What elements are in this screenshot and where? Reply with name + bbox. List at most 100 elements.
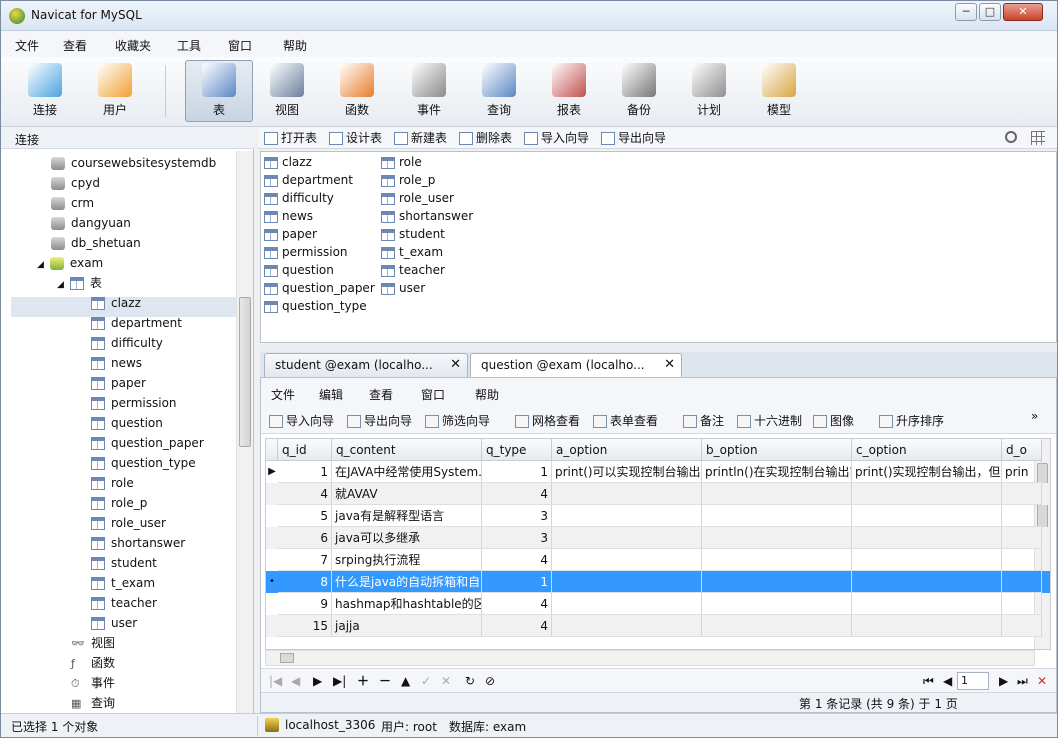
table-row[interactable]: 6 java可以多继承 3 xyxy=(266,527,1050,549)
cell-q_type[interactable]: 4 xyxy=(482,549,552,571)
cell-q_content[interactable]: 什么是java的自动拆箱和自: xyxy=(332,571,482,593)
cell-d_o[interactable]: prin xyxy=(1002,461,1042,483)
cell-b_option[interactable] xyxy=(702,483,852,505)
cell-q_id[interactable]: 8 xyxy=(278,571,332,593)
table-row[interactable]: 15 jajja 4 xyxy=(266,615,1050,637)
toolbar-button-query[interactable]: 查询 xyxy=(469,61,529,121)
cell-q_id[interactable]: 9 xyxy=(278,593,332,615)
tree-node-view[interactable]: 👓 视图 xyxy=(71,633,115,653)
cell-q_type[interactable]: 3 xyxy=(482,505,552,527)
menu-view[interactable]: 查看 xyxy=(63,37,87,54)
minimize-button[interactable]: ─ xyxy=(955,3,977,21)
toolbar-button-function[interactable]: 函数 xyxy=(327,61,387,121)
tree-scrollbar[interactable] xyxy=(236,151,253,713)
delete-record-icon[interactable]: － xyxy=(379,674,391,688)
filter-wizard-button[interactable]: 筛选向导 xyxy=(425,413,490,429)
menu-tools[interactable]: 工具 xyxy=(177,37,201,54)
settings-icon[interactable]: ✕ xyxy=(1037,674,1047,688)
object-table-shortanswer[interactable]: shortanswer xyxy=(381,207,473,225)
cell-q_content[interactable]: java可以多继承 xyxy=(332,527,482,549)
cell-a_option[interactable] xyxy=(552,527,702,549)
cell-a_option[interactable] xyxy=(552,549,702,571)
object-table-role_p[interactable]: role_p xyxy=(381,171,435,189)
tree-table-paper[interactable]: paper xyxy=(91,373,146,393)
object-table-permission[interactable]: permission xyxy=(264,243,348,261)
cell-b_option[interactable] xyxy=(702,549,852,571)
tree-node-event[interactable]: ⏱ 事件 xyxy=(71,673,115,693)
object-table-department[interactable]: department xyxy=(264,171,353,189)
editor-menu-window[interactable]: 窗口 xyxy=(421,386,445,403)
form-view-button[interactable]: 表单查看 xyxy=(593,413,658,429)
cell-a_option[interactable] xyxy=(552,483,702,505)
cell-q_id[interactable]: 6 xyxy=(278,527,332,549)
column-header-b_option[interactable]: b_option xyxy=(702,439,852,461)
prev-record-icon[interactable]: ◀ xyxy=(291,674,300,688)
cell-d_o[interactable] xyxy=(1002,483,1042,505)
tree-database-cpyd[interactable]: cpyd xyxy=(51,173,100,193)
object-table-t_exam[interactable]: t_exam xyxy=(381,243,443,261)
menu-file[interactable]: 文件 xyxy=(15,37,39,54)
tree-node-query[interactable]: ▦ 查询 xyxy=(71,693,115,713)
grid-horizontal-scrollbar[interactable] xyxy=(265,650,1035,666)
tab-question[interactable]: question @exam (localho... ✕ xyxy=(470,353,682,378)
column-header-c_option[interactable]: c_option xyxy=(852,439,1002,461)
page-number-field[interactable]: 1 xyxy=(957,672,989,690)
toolbar-button-schedule[interactable]: 计划 xyxy=(679,61,739,121)
last-page-icon[interactable]: ⏭ xyxy=(1017,674,1028,688)
memo-button[interactable]: 备注 xyxy=(683,413,724,429)
object-table-teacher[interactable]: teacher xyxy=(381,261,445,279)
tree-table-question_paper[interactable]: question_paper xyxy=(91,433,204,453)
tree-database-coursewebsitesystemdb[interactable]: coursewebsitesystemdb xyxy=(51,153,216,173)
cell-q_content[interactable]: java有是解释型语言 xyxy=(332,505,482,527)
cell-a_option[interactable]: print()可以实现控制台输出 xyxy=(552,461,702,483)
grid-view-icon[interactable] xyxy=(1031,131,1045,145)
apply-changes-icon[interactable]: ▲ xyxy=(401,674,410,688)
tab-student-close-icon[interactable]: ✕ xyxy=(450,354,461,376)
object-table-clazz[interactable]: clazz xyxy=(264,153,312,171)
toolbar-overflow-icon[interactable]: » xyxy=(1031,408,1038,424)
next-page-icon[interactable]: ▶ xyxy=(999,674,1008,688)
toolbar-button-model[interactable]: 模型 xyxy=(749,61,809,121)
tab-student[interactable]: student @exam (localho... ✕ xyxy=(264,353,468,377)
cell-c_option[interactable] xyxy=(852,505,1002,527)
table-row[interactable]: • 8 什么是java的自动拆箱和自: 1 xyxy=(266,571,1050,593)
cell-c_option[interactable] xyxy=(852,571,1002,593)
tree-table-student[interactable]: student xyxy=(91,553,157,573)
toolbar-button-report[interactable]: 报表 xyxy=(539,61,599,121)
table-row[interactable]: 9 hashmap和hashtable的区 4 xyxy=(266,593,1050,615)
cell-d_o[interactable] xyxy=(1002,571,1042,593)
new-table-button[interactable]: 新建表 xyxy=(394,130,447,146)
object-table-difficulty[interactable]: difficulty xyxy=(264,189,334,207)
cell-c_option[interactable] xyxy=(852,593,1002,615)
column-header-q_id[interactable]: q_id xyxy=(278,439,332,461)
sort-ascending-button[interactable]: 升序排序 xyxy=(879,413,944,429)
cell-b_option[interactable] xyxy=(702,571,852,593)
cell-a_option[interactable] xyxy=(552,571,702,593)
toolbar-button-table[interactable]: 表 xyxy=(185,60,253,122)
tree-database-db_shetuan[interactable]: db_shetuan xyxy=(51,233,141,253)
cell-q_content[interactable]: 就AVAV xyxy=(332,483,482,505)
cell-q_id[interactable]: 5 xyxy=(278,505,332,527)
stop-icon[interactable]: ⊘ xyxy=(485,674,495,688)
object-table-question_paper[interactable]: question_paper xyxy=(264,279,375,297)
tree-table-department[interactable]: department xyxy=(91,313,182,333)
confirm-icon[interactable]: ✓ xyxy=(421,674,431,688)
delete-table-button[interactable]: 删除表 xyxy=(459,130,512,146)
object-table-role[interactable]: role xyxy=(381,153,422,171)
toolbar-button-view[interactable]: 视图 xyxy=(257,61,317,121)
design-table-button[interactable]: 设计表 xyxy=(329,130,382,146)
tree-table-shortanswer[interactable]: shortanswer xyxy=(91,533,185,553)
tree-table-clazz[interactable]: clazz xyxy=(91,293,141,313)
toolbar-button-user[interactable]: 用户 xyxy=(85,61,145,121)
panel-splitter[interactable] xyxy=(260,344,1057,352)
column-header-q_type[interactable]: q_type xyxy=(482,439,552,461)
column-header-q_content[interactable]: q_content xyxy=(332,439,482,461)
cell-q_type[interactable]: 3 xyxy=(482,527,552,549)
open-table-button[interactable]: 打开表 xyxy=(264,130,317,146)
tree-table-role_p[interactable]: role_p xyxy=(91,493,147,513)
refresh-icon[interactable]: ↻ xyxy=(465,674,475,688)
cell-q_id[interactable]: 1 xyxy=(278,461,332,483)
cell-b_option[interactable]: println()在实现控制台输出前 xyxy=(702,461,852,483)
tree-table-t_exam[interactable]: t_exam xyxy=(91,573,155,593)
tree-table-role_user[interactable]: role_user xyxy=(91,513,166,533)
